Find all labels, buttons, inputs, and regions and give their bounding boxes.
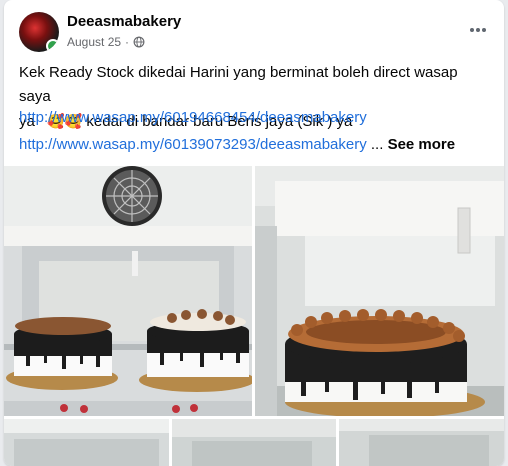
photo-thumb-1[interactable] — [4, 419, 169, 466]
ellipsis: ... — [370, 136, 384, 153]
post-author-name[interactable]: Deeasmabakery — [67, 13, 181, 30]
wasap-link-1[interactable]: http://www.wasap.my/60194668454/deeasmab… — [19, 109, 367, 126]
wasap-link-2-row: http://www.wasap.my/60139073293/deeasmab… — [19, 136, 455, 153]
photo-thumb-2[interactable] — [172, 419, 336, 466]
meta-separator: · — [125, 35, 130, 49]
photo-thumb-3[interactable] — [339, 419, 504, 466]
post-meta: August 25 · — [67, 35, 145, 49]
globe-icon[interactable] — [133, 36, 145, 48]
post-card: Deeasmabakery August 25 · Kek Ready Stoc… — [4, 0, 504, 466]
more-options-icon[interactable] — [466, 18, 490, 42]
photo-cakes-display[interactable] — [4, 166, 252, 416]
photo-grid — [4, 166, 504, 466]
author-avatar[interactable] — [19, 12, 59, 52]
see-more-button[interactable]: See more — [388, 136, 456, 153]
post-date[interactable]: August 25 — [67, 35, 121, 49]
online-status-indicator — [46, 39, 59, 52]
wasap-link-2[interactable]: http://www.wasap.my/60139073293/deeasmab… — [19, 136, 367, 153]
post-text-line-1: Kek Ready Stock dikedai Harini yang berm… — [19, 64, 458, 105]
photo-cake-closeup[interactable] — [255, 166, 504, 416]
